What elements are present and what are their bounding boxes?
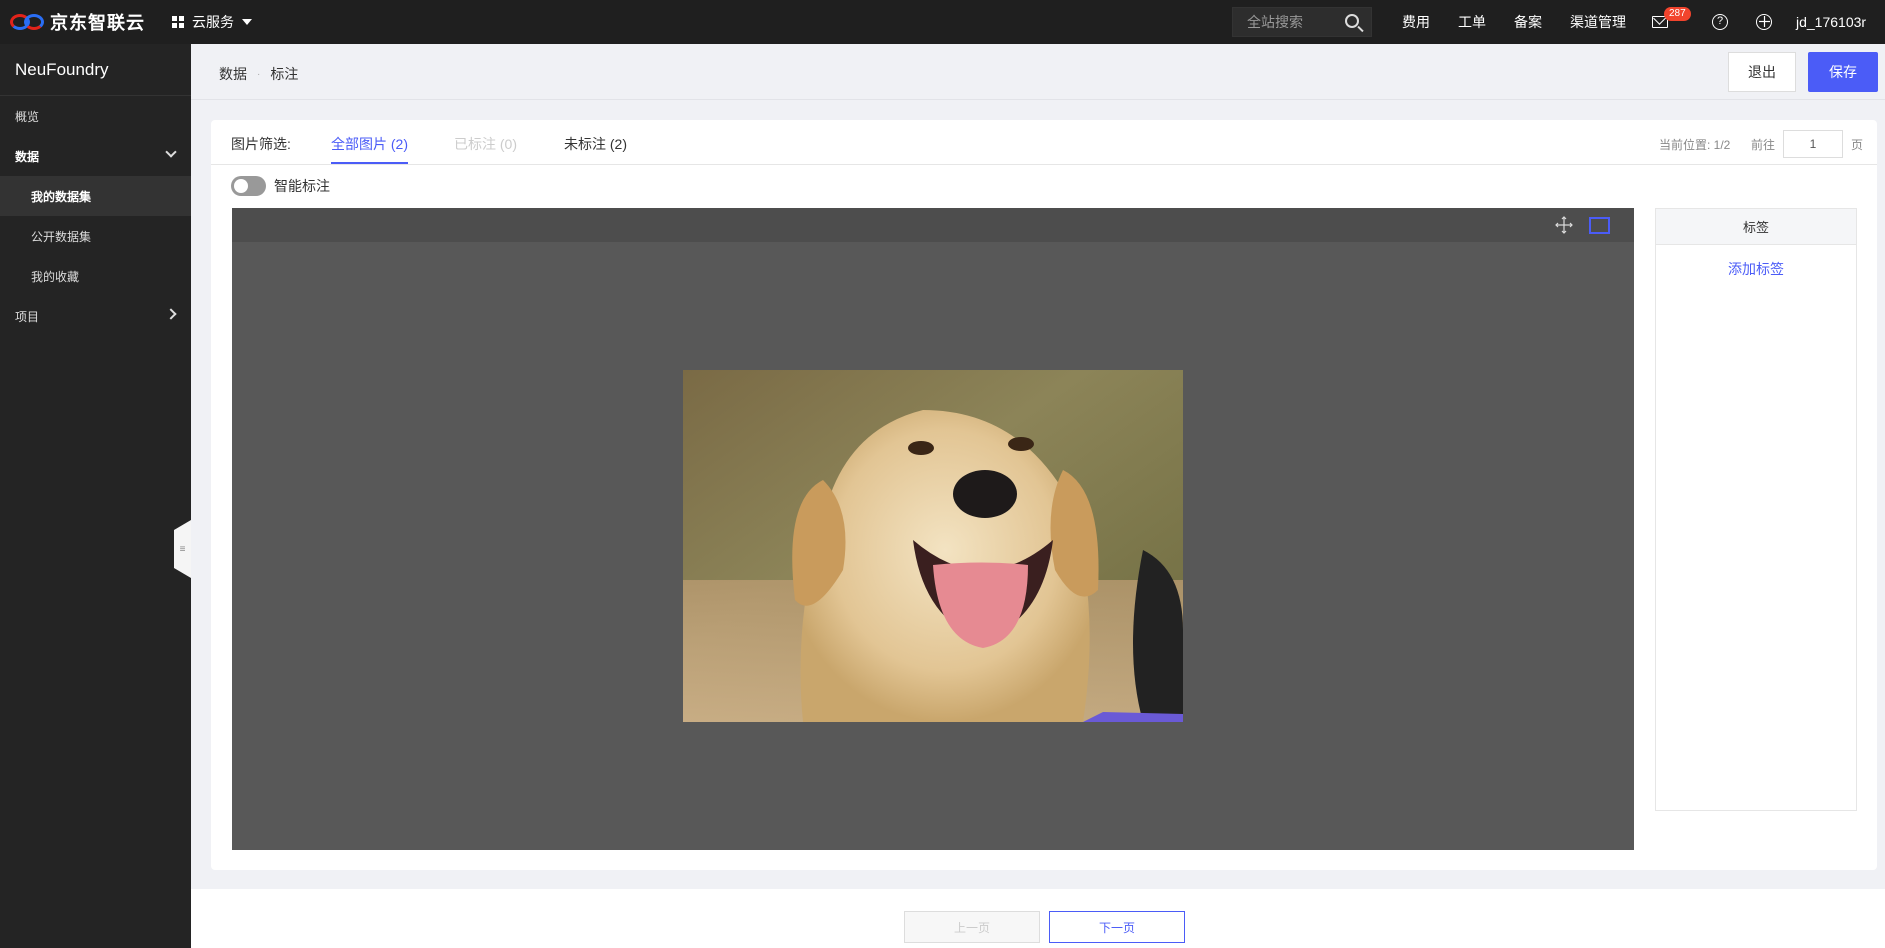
nav-link-billing[interactable]: 费用 <box>1402 12 1430 32</box>
sidebar-item-label: 公开数据集 <box>31 229 92 244</box>
caret-down-icon <box>242 19 252 25</box>
cloud-service-menu[interactable]: 云服务 <box>172 12 252 32</box>
sidebar-item-my-datasets[interactable]: 我的数据集 <box>0 176 191 216</box>
mail-count-badge: 287 <box>1664 7 1691 21</box>
smart-label-row: 智能标注 <box>231 176 330 196</box>
brand-logo-icon <box>10 12 46 32</box>
move-icon[interactable] <box>1555 216 1573 234</box>
mail-icon[interactable]: 287 <box>1652 7 1691 28</box>
breadcrumb-separator: · <box>257 68 261 80</box>
brand-name: 京东智联云 <box>50 13 145 33</box>
sidebar-item-label: 项目 <box>15 309 40 324</box>
nav-link-filing[interactable]: 备案 <box>1514 12 1542 32</box>
globe-icon[interactable] <box>1756 14 1772 30</box>
pager-bar: 上一页 下一页 <box>191 889 1885 948</box>
global-search-input[interactable]: 全站搜索 <box>1232 7 1372 37</box>
search-icon[interactable] <box>1345 14 1359 28</box>
sidebar-item-favorites[interactable]: 我的收藏 <box>0 256 191 296</box>
tab-unlabeled[interactable]: 未标注 (2) <box>564 134 627 154</box>
user-menu[interactable]: jd_176103r <box>1796 14 1866 30</box>
collapse-icon: ≡ <box>179 543 186 555</box>
search-placeholder: 全站搜索 <box>1247 14 1303 30</box>
dog-photo <box>683 370 1183 722</box>
filter-label: 图片筛选: <box>231 136 291 152</box>
sidebar-item-label: 概览 <box>15 109 40 124</box>
label-panel-header: 标签 <box>1656 209 1856 245</box>
nav-link-channel[interactable]: 渠道管理 <box>1570 12 1626 32</box>
exit-button[interactable]: 退出 <box>1728 52 1796 92</box>
tab-all-images[interactable]: 全部图片 (2) <box>331 134 408 164</box>
sidebar-item-public-datasets[interactable]: 公开数据集 <box>0 216 191 256</box>
sidebar: NeuFoundry 概览 数据 我的数据集 公开数据集 我的收藏 项目 ≡ <box>0 44 191 948</box>
sidebar-collapse-handle[interactable]: ≡ <box>174 520 191 578</box>
goto-page-input[interactable] <box>1783 130 1843 158</box>
goto-label: 前往 <box>1751 138 1776 152</box>
main-content: 数据 · 标注 退出 保存 图片筛选: 全部图片 (2) 已标注 (0) 未标注… <box>191 44 1885 948</box>
annotation-card: 图片筛选: 全部图片 (2) 已标注 (0) 未标注 (2) 当前位置: 1/2… <box>211 120 1877 870</box>
sidebar-item-data[interactable]: 数据 <box>0 136 191 176</box>
tab-labeled[interactable]: 已标注 (0) <box>454 134 517 154</box>
breadcrumb: 数据 · 标注 <box>219 64 298 84</box>
help-icon[interactable]: ? <box>1712 14 1728 30</box>
sidebar-item-label: 我的收藏 <box>31 269 80 284</box>
image-filter-bar: 图片筛选: 全部图片 (2) 已标注 (0) 未标注 (2) 当前位置: 1/2… <box>211 120 1877 165</box>
current-position: 当前位置: 1/2 <box>1659 138 1731 152</box>
grid-icon <box>172 16 184 28</box>
sidebar-item-projects[interactable]: 项目 <box>0 296 191 336</box>
chevron-down-icon <box>165 146 177 158</box>
breadcrumb-item-annotate: 标注 <box>270 66 299 82</box>
canvas-toolbar <box>232 208 1634 242</box>
prev-page-button[interactable]: 上一页 <box>904 911 1040 943</box>
sidebar-item-label: 我的数据集 <box>31 189 92 204</box>
chevron-right-icon <box>165 308 177 320</box>
label-panel: 标签 添加标签 <box>1655 208 1857 811</box>
annotation-canvas[interactable] <box>232 208 1634 850</box>
save-button[interactable]: 保存 <box>1808 52 1878 92</box>
sidebar-title: NeuFoundry <box>0 44 191 96</box>
cloud-service-label: 云服务 <box>192 14 234 30</box>
smart-label-text: 智能标注 <box>274 178 330 194</box>
next-page-button[interactable]: 下一页 <box>1049 911 1185 943</box>
header-divider <box>191 99 1885 100</box>
brand-logo[interactable]: 京东智联云 <box>0 9 160 35</box>
nav-link-tickets[interactable]: 工单 <box>1458 12 1486 32</box>
sidebar-item-label: 数据 <box>15 149 40 164</box>
top-navbar: 京东智联云 云服务 全站搜索 费用 工单 备案 渠道管理 287 ? jd_17… <box>0 0 1885 44</box>
add-label-link[interactable]: 添加标签 <box>1656 259 1856 279</box>
smart-label-toggle[interactable] <box>231 176 266 196</box>
sidebar-item-overview[interactable]: 概览 <box>0 96 191 136</box>
breadcrumb-item-data[interactable]: 数据 <box>219 64 247 84</box>
rectangle-tool-icon[interactable] <box>1589 217 1610 234</box>
page-unit-label: 页 <box>1851 138 1864 152</box>
